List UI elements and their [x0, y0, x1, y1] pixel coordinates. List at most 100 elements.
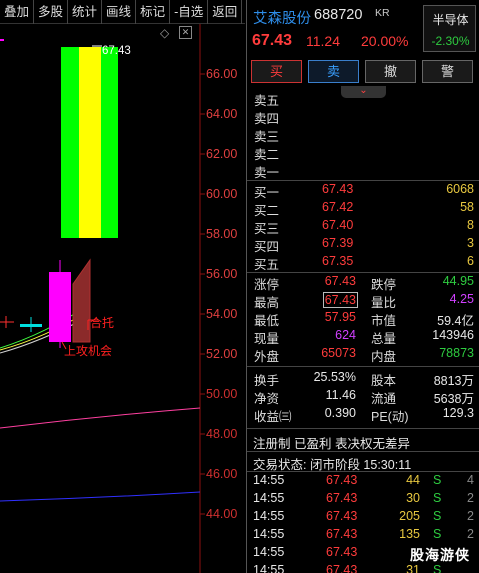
price-tick: 50.00: [206, 387, 238, 401]
toolbar-mark[interactable]: 标记: [136, 0, 171, 24]
inner-volume-value: 78873: [439, 346, 474, 360]
limit-candle-green-left: [61, 47, 79, 238]
ask-row: 卖五: [247, 90, 479, 108]
tick-row: 14:55 67.43 135 S 2: [247, 527, 479, 545]
toolbar-multi-stock[interactable]: 多股: [34, 0, 69, 24]
tick-row: 14:55 67.43 205 S 2: [247, 509, 479, 527]
stat-label: 最高: [254, 296, 280, 310]
watermark: 股海游侠: [410, 547, 470, 563]
price-tick: 56.00: [206, 267, 238, 281]
net-asset-value: 11.46: [325, 388, 356, 402]
kline-chart[interactable]: ◇ ✕ 67.43 66.00 64.00 62.00 60.00 58.00 …: [0, 24, 245, 573]
stat-label: 股本: [371, 374, 397, 388]
ask-label: 卖四: [254, 112, 280, 126]
divider: [247, 180, 479, 181]
tick-count: 4: [467, 473, 474, 487]
tick-side: S: [433, 491, 442, 505]
share-capital-value: 8813万: [433, 374, 474, 388]
ask-label: 卖三: [254, 130, 280, 144]
tick-time: 14:55: [253, 563, 285, 573]
price-tick: 66.00: [206, 67, 238, 81]
stat-label: 涨停: [254, 278, 280, 292]
stat-row: 外盘 65073 内盘 78873: [247, 346, 479, 364]
stat-row: 收益㈢ 0.390 PE(动) 129.3: [247, 406, 479, 424]
stat-row: 换手 25.53% 股本 8813万: [247, 370, 479, 388]
tick-side: S: [433, 473, 442, 487]
chart-note-opportunity: 上攻机会: [64, 344, 113, 358]
bid-row[interactable]: 买三 67.40 8: [247, 218, 479, 236]
toolbar-remove-watchlist[interactable]: -自选: [170, 0, 209, 24]
price-tick: 48.00: [206, 427, 238, 441]
price-alert-button[interactable]: 警: [422, 60, 473, 83]
sector-box[interactable]: 半导体 -2.30%: [423, 5, 476, 52]
limit-up-value: 67.43: [324, 274, 356, 288]
outer-volume-value: 65073: [321, 346, 356, 360]
low-value: 57.95: [324, 310, 356, 324]
stat-label: 市值: [371, 314, 397, 328]
price-axis-ticks: [200, 73, 205, 515]
stat-label: 收益㈢: [254, 410, 292, 424]
cancel-order-button[interactable]: 撤: [365, 60, 416, 83]
price-tick: 54.00: [206, 307, 238, 321]
toolbar-overlay[interactable]: 叠加: [0, 0, 35, 24]
float-shares-value: 5638万: [433, 392, 474, 406]
tick-time: 14:55: [253, 491, 285, 505]
pe-value: 129.3: [442, 406, 474, 420]
divider: [247, 272, 479, 273]
limit-down-value: 44.95: [442, 274, 474, 288]
stock-code: 688720: [314, 7, 363, 23]
sell-button[interactable]: 卖: [308, 60, 359, 83]
divider: [247, 451, 479, 452]
price-tick: 44.00: [206, 507, 238, 521]
bid-row[interactable]: 买二 67.42 58: [247, 200, 479, 218]
toolbar-back[interactable]: 返回: [208, 0, 243, 24]
limit-candle-yellow: [79, 47, 101, 238]
diamond-icon[interactable]: ◇: [160, 26, 169, 40]
market-cap-value: 59.4亿: [437, 314, 474, 328]
current-volume-value: 624: [335, 328, 356, 342]
tick-time: 14:55: [253, 509, 285, 523]
bid-row[interactable]: 买一 67.43 6068: [247, 182, 479, 200]
high-value: 67.43: [322, 292, 358, 308]
tick-time: 14:55: [253, 473, 285, 487]
tick-row: 14:55 67.43 44 S 4: [247, 473, 479, 491]
tick-volume: 205: [399, 509, 420, 523]
bid-label: 买三: [254, 222, 280, 236]
bid-row[interactable]: 买五 67.35 6: [247, 254, 479, 272]
bid-price: 67.39: [322, 236, 354, 250]
stat-label: PE(动): [371, 410, 409, 424]
ask-row: 卖二: [247, 144, 479, 162]
bid-row[interactable]: 买四 67.39 3: [247, 236, 479, 254]
ma-line-blue: [0, 491, 201, 502]
bid-label: 买二: [254, 204, 280, 218]
tick-price: 67.43: [326, 509, 358, 523]
toolbar-draw-line[interactable]: 画线: [102, 0, 137, 24]
ask-label: 卖二: [254, 148, 280, 162]
stat-label: 净资: [254, 392, 280, 406]
divider: [247, 366, 479, 367]
toolbar-statistics[interactable]: 统计: [68, 0, 103, 24]
gap-shape: [72, 258, 91, 343]
buy-button[interactable]: 买: [251, 60, 302, 83]
bid-volume: 6: [467, 254, 474, 268]
stat-row: 现量 624 总量 143946: [247, 328, 479, 346]
stat-row: 涨停 67.43 跌停 44.95: [247, 274, 479, 292]
close-icon[interactable]: ✕: [179, 26, 192, 39]
limit-candle-green-right: [101, 47, 118, 238]
price-tick: 62.00: [206, 147, 238, 161]
sector-change-pct: -2.30%: [431, 34, 470, 48]
last-price: 67.43: [252, 32, 293, 49]
stock-name[interactable]: 艾森股份: [253, 7, 311, 28]
total-volume-value: 143946: [432, 328, 474, 342]
bid-price: 67.43: [322, 182, 354, 196]
stat-row: 最高 67.43 量比 4.25: [247, 292, 479, 310]
stock-tags: 注册制 已盈利 表决权无差异: [253, 437, 410, 451]
chart-toolbar: 叠加 多股 统计 画线 标记 -自选 返回: [0, 0, 245, 24]
bid-label: 买四: [254, 240, 280, 254]
bid-price: 67.40: [322, 218, 354, 232]
stat-row: 净资 11.46 流通 5638万: [247, 388, 479, 406]
divider: [247, 428, 479, 429]
stat-label: 流通: [371, 392, 397, 406]
bid-label: 买一: [254, 186, 280, 200]
stat-label: 量比: [371, 296, 397, 310]
